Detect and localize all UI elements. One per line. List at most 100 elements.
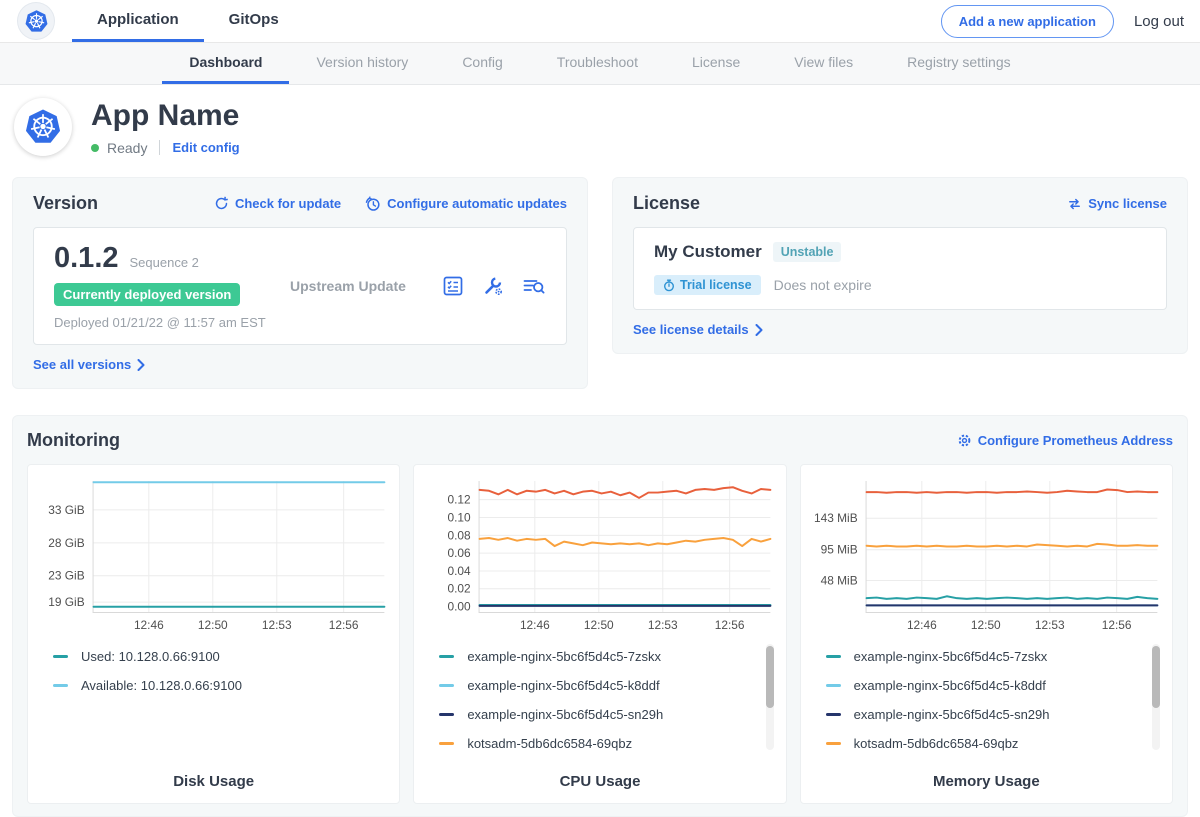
subnav-tab-config[interactable]: Config <box>435 43 529 84</box>
refresh-icon <box>214 196 229 211</box>
chart-title: Memory Usage <box>810 773 1163 790</box>
expiry-text: Does not expire <box>774 277 872 293</box>
legend-color-dash <box>826 684 841 687</box>
legend-color-dash <box>53 655 68 658</box>
check-for-update-link[interactable]: Check for update <box>214 196 341 212</box>
kubernetes-wheel-icon <box>23 8 50 35</box>
kubernetes-logo <box>18 3 54 39</box>
license-card-title: License <box>633 193 700 214</box>
subnav-tab-version-history[interactable]: Version history <box>289 43 435 84</box>
subnav-tabs: DashboardVersion historyConfigTroublesho… <box>162 43 1037 84</box>
legend-label: example-nginx-5bc6f5d4c5-k8ddf <box>854 678 1046 693</box>
sequence-label: Sequence 2 <box>130 255 199 270</box>
add-application-button[interactable]: Add a new application <box>941 5 1114 38</box>
preflight-checks-icon[interactable] <box>441 274 465 298</box>
legend-label: example-nginx-5bc6f5d4c5-sn29h <box>467 707 663 722</box>
monitoring-section: Monitoring Configure Prometheus Address … <box>12 415 1188 817</box>
version-number: 0.1.2 <box>54 242 119 275</box>
configure-prometheus-link[interactable]: Configure Prometheus Address <box>957 433 1173 448</box>
svg-text:23 GiB: 23 GiB <box>48 569 84 583</box>
see-license-details-link[interactable]: See license details <box>633 322 763 337</box>
kubernetes-wheel-icon <box>22 106 64 148</box>
edit-config-link[interactable]: Edit config <box>172 140 239 155</box>
svg-text:12:46: 12:46 <box>520 618 550 632</box>
ready-status-dot <box>91 144 99 152</box>
chart-title: Disk Usage <box>37 773 390 790</box>
subnav-tab-troubleshoot[interactable]: Troubleshoot <box>530 43 665 84</box>
svg-text:143 MiB: 143 MiB <box>814 511 858 525</box>
legend-item: example-nginx-5bc6f5d4c5-k8ddf <box>439 671 754 700</box>
subnav-tab-view-files[interactable]: View files <box>767 43 880 84</box>
see-all-versions-link[interactable]: See all versions <box>33 357 145 372</box>
legend-color-dash <box>826 713 841 716</box>
view-logs-icon[interactable] <box>521 274 546 298</box>
legend-scrollbar-thumb[interactable] <box>1152 646 1160 708</box>
chart-legend: example-nginx-5bc6f5d4c5-7zskx example-ng… <box>439 642 776 760</box>
legend-color-dash <box>826 742 841 745</box>
legend-color-dash <box>439 655 454 658</box>
legend-scrollbar-thumb[interactable] <box>766 646 774 708</box>
legend-item: example-nginx-5bc6f5d4c5-k8ddf <box>826 671 1141 700</box>
svg-text:12:56: 12:56 <box>329 618 359 632</box>
svg-text:95 MiB: 95 MiB <box>820 543 857 557</box>
topnav-tab-application[interactable]: Application <box>72 0 204 42</box>
app-header: App Name Ready Edit config <box>0 85 1200 171</box>
chart-card-cpu-usage: 0.120.100.080.060.040.020.0012:4612:5012… <box>413 464 786 804</box>
svg-text:0.02: 0.02 <box>448 582 472 596</box>
legend-color-dash <box>53 684 68 687</box>
stopwatch-icon <box>663 279 675 292</box>
config-wrench-icon[interactable] <box>481 274 505 298</box>
legend-label: kotsadm-5db6dc6584-69qbz <box>854 736 1019 751</box>
release-type-label: Upstream Update <box>280 278 441 294</box>
topnav-tabs: ApplicationGitOps <box>72 0 304 42</box>
svg-text:19 GiB: 19 GiB <box>48 595 84 609</box>
divider <box>159 140 160 155</box>
version-card: Version Check for update <box>12 177 588 389</box>
app-subnav: DashboardVersion historyConfigTroublesho… <box>0 43 1200 85</box>
chart-card-disk-usage: 33 GiB28 GiB23 GiB19 GiB12:4612:5012:531… <box>27 464 400 804</box>
legend-item: Available: 10.128.0.66:9100 <box>53 671 368 700</box>
license-card: License Sync license My Customer Unstabl… <box>612 177 1188 354</box>
legend-item: example-nginx-5bc6f5d4c5-7zskx <box>826 642 1141 671</box>
legend-label: example-nginx-5bc6f5d4c5-sn29h <box>854 707 1050 722</box>
legend-color-dash <box>439 742 454 745</box>
subnav-tab-license[interactable]: License <box>665 43 767 84</box>
subnav-tab-dashboard[interactable]: Dashboard <box>162 43 289 84</box>
license-type-badge: Trial license <box>654 275 761 295</box>
top-navbar: ApplicationGitOps Add a new application … <box>0 0 1200 43</box>
current-version-panel: 0.1.2 Sequence 2 Currently deployed vers… <box>33 227 567 345</box>
svg-text:0.08: 0.08 <box>448 528 472 542</box>
channel-badge: Unstable <box>773 242 842 262</box>
logout-button[interactable]: Log out <box>1134 13 1184 30</box>
chart-legend: Used: 10.128.0.66:9100Available: 10.128.… <box>53 642 390 760</box>
page-title: App Name <box>91 99 240 133</box>
legend-color-dash <box>439 684 454 687</box>
sync-license-link[interactable]: Sync license <box>1067 196 1167 211</box>
chart-legend: example-nginx-5bc6f5d4c5-7zskx example-ng… <box>826 642 1163 760</box>
svg-text:33 GiB: 33 GiB <box>48 503 84 517</box>
legend-label: example-nginx-5bc6f5d4c5-7zskx <box>467 649 661 664</box>
svg-text:12:50: 12:50 <box>198 618 228 632</box>
svg-text:12:50: 12:50 <box>584 618 614 632</box>
chart-plot-memory-usage: 143 MiB95 MiB48 MiB12:4612:5012:5312:56 <box>810 475 1163 634</box>
deployed-timestamp: Deployed 01/21/22 @ 11:57 am EST <box>54 315 280 330</box>
legend-color-dash <box>826 655 841 658</box>
subnav-tab-registry-settings[interactable]: Registry settings <box>880 43 1037 84</box>
topnav-right: Add a new application Log out <box>941 0 1184 42</box>
chart-title: CPU Usage <box>423 773 776 790</box>
svg-text:12:56: 12:56 <box>1101 618 1131 632</box>
legend-item: example-nginx-5bc6f5d4c5-7zskx <box>439 642 754 671</box>
svg-text:0.12: 0.12 <box>448 493 472 507</box>
configure-automatic-updates-link[interactable]: Configure automatic updates <box>365 196 567 212</box>
customer-name: My Customer <box>654 242 762 262</box>
chevron-right-icon <box>755 324 763 336</box>
chart-plot-cpu-usage: 0.120.100.080.060.040.020.0012:4612:5012… <box>423 475 776 634</box>
monitoring-title: Monitoring <box>27 430 120 451</box>
svg-text:48 MiB: 48 MiB <box>820 573 857 587</box>
topnav-tab-gitops[interactable]: GitOps <box>204 0 304 42</box>
deployed-badge: Currently deployed version <box>54 283 240 306</box>
svg-text:12:53: 12:53 <box>648 618 678 632</box>
chart-plot-disk-usage: 33 GiB28 GiB23 GiB19 GiB12:4612:5012:531… <box>37 475 390 634</box>
legend-item: example-nginx-5bc6f5d4c5-sn29h <box>439 700 754 729</box>
svg-text:0.00: 0.00 <box>448 600 472 614</box>
